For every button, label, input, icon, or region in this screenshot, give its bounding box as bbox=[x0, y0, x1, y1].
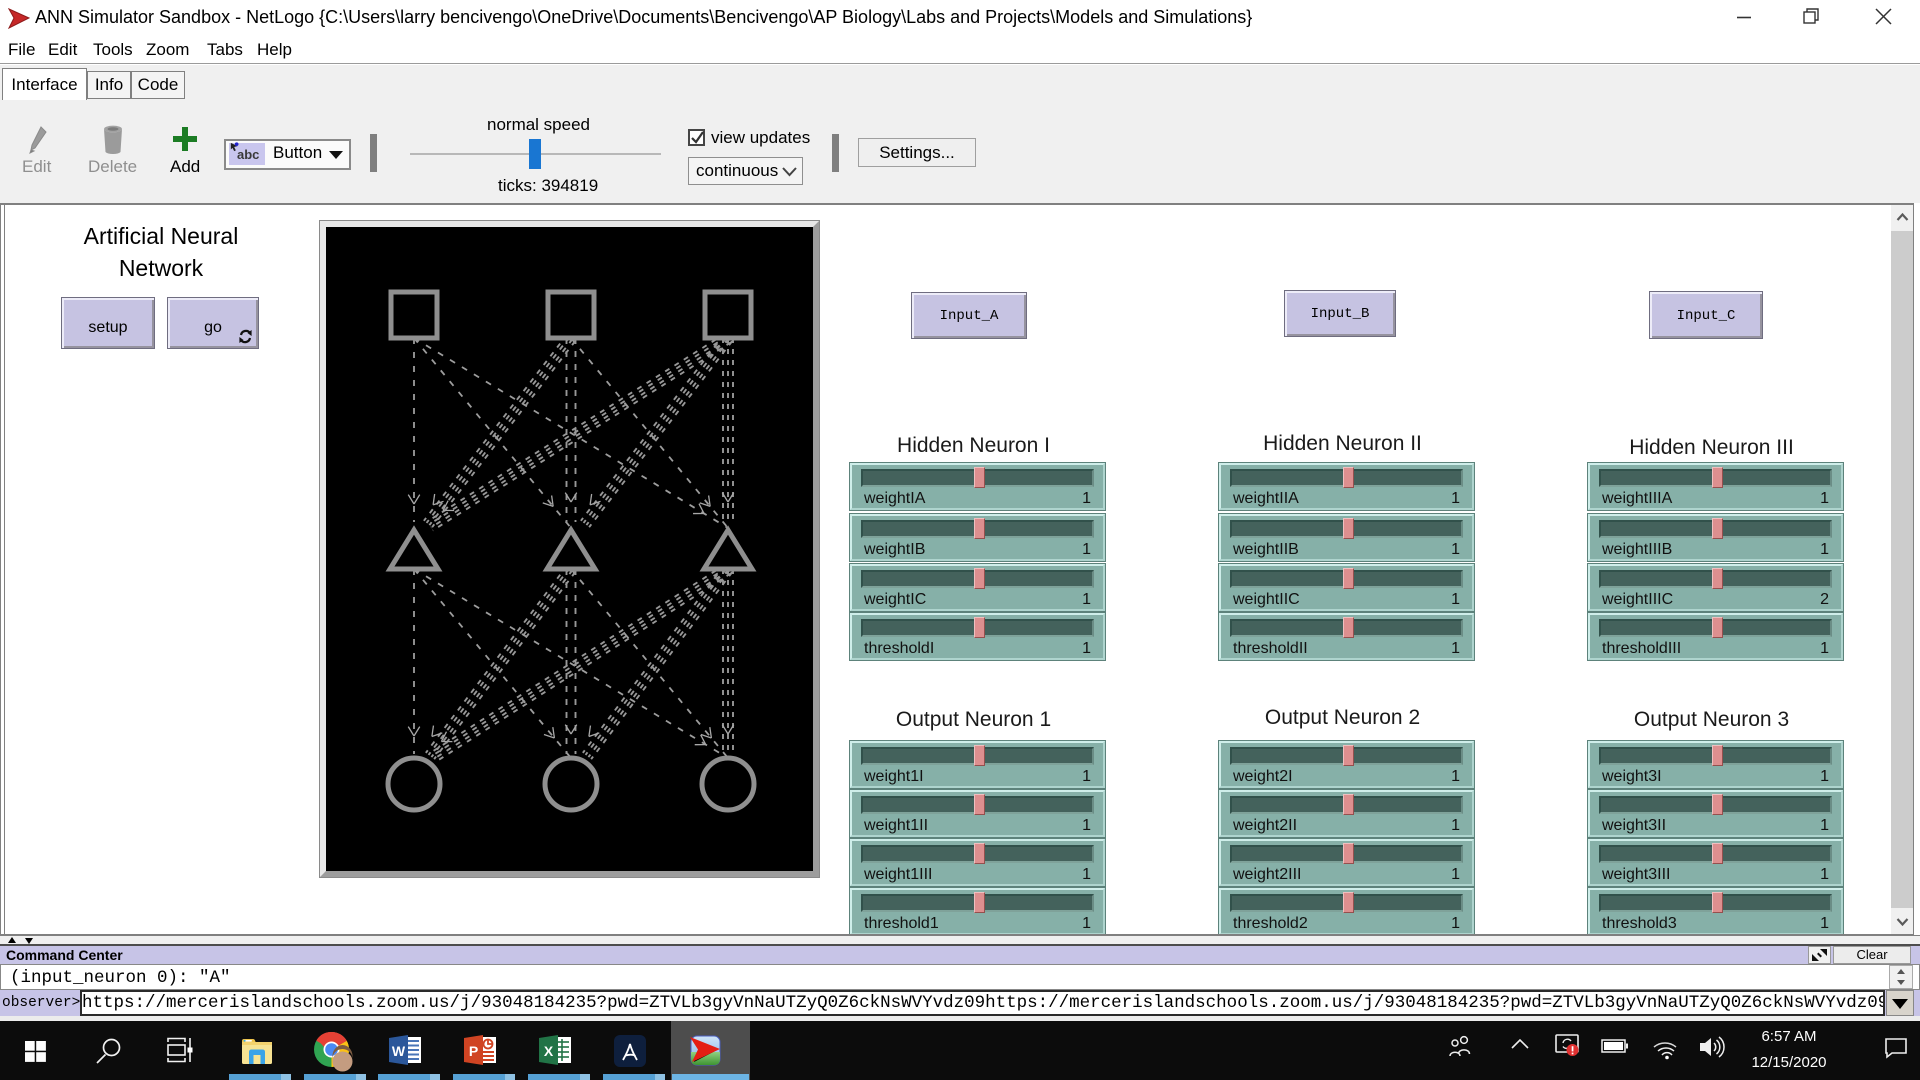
svg-text:P: P bbox=[469, 1043, 478, 1059]
svg-text:W: W bbox=[392, 1043, 406, 1059]
svg-text:X: X bbox=[544, 1043, 554, 1059]
